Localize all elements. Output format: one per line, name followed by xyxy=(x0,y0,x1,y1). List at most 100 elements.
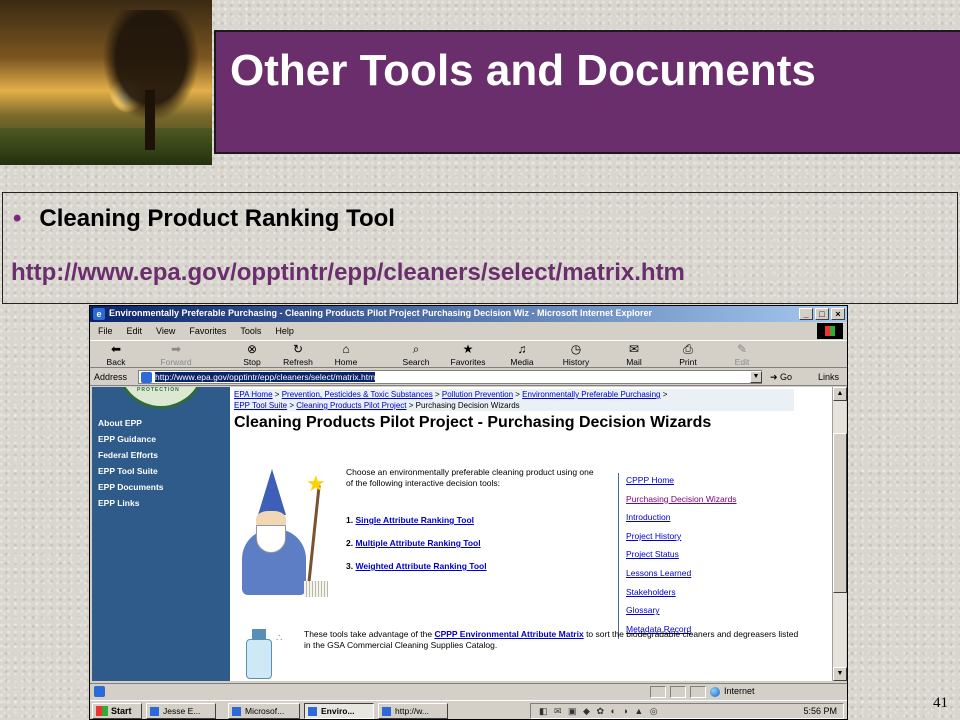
link-introduction[interactable]: Introduction xyxy=(626,512,737,531)
browser-window-title: Environmentally Preferable Purchasing - … xyxy=(109,308,653,318)
tool-item: 2. Multiple Attribute Ranking Tool xyxy=(346,538,481,548)
spray-bottle-illustration: ∴ xyxy=(238,629,294,679)
tool-item: 3. Weighted Attribute Ranking Tool xyxy=(346,561,487,571)
edit-icon: ✎ xyxy=(736,342,748,356)
nav-epp-links[interactable]: EPP Links xyxy=(98,495,164,511)
breadcrumb-pollution-prevention[interactable]: Pollution Prevention xyxy=(442,390,513,399)
address-dropdown-button[interactable]: ▼ xyxy=(750,371,762,383)
address-bar: Address http://www.epa.gov/opptintr/epp/… xyxy=(90,369,847,386)
cppp-matrix-link[interactable]: CPPP Environmental Attribute Matrix xyxy=(434,629,583,639)
browser-screenshot: e Environmentally Preferable Purchasing … xyxy=(89,305,848,720)
go-button[interactable]: ➜ Go xyxy=(770,372,792,383)
search-icon: ⌕ xyxy=(412,342,420,356)
scrollbar-thumb[interactable] xyxy=(833,433,847,593)
breadcrumb-current: Purchasing Decision Wizards xyxy=(415,401,520,410)
windows-logo-icon xyxy=(817,323,843,339)
task-button-active[interactable]: Enviro... xyxy=(304,703,374,719)
link-project-status[interactable]: Project Status xyxy=(626,549,737,568)
address-input[interactable]: http://www.epa.gov/opptintr/epp/cleaners… xyxy=(138,370,762,384)
close-button[interactable]: × xyxy=(831,308,845,320)
nav-epp-tool-suite[interactable]: EPP Tool Suite xyxy=(98,463,164,479)
print-icon: ⎙ xyxy=(683,342,693,356)
clock: 5:56 PM xyxy=(803,706,837,716)
forward-button[interactable]: ➡ Forward xyxy=(154,342,198,367)
side-links: CPPP Home Purchasing Decision Wizards In… xyxy=(626,475,737,642)
page-icon xyxy=(141,372,152,383)
favorites-button[interactable]: ★ Favorites xyxy=(446,342,490,367)
maximize-button[interactable]: □ xyxy=(815,308,829,320)
ie-logo-icon: e xyxy=(93,308,105,320)
history-button[interactable]: ◷ History xyxy=(554,342,598,367)
nav-epp-guidance[interactable]: EPP Guidance xyxy=(98,431,164,447)
tray-icons: ◧ ✉ ▣ ◆ ✿ ◐ ◑ ▲ ◎ xyxy=(539,706,660,716)
link-cppp-home[interactable]: CPPP Home xyxy=(626,475,737,494)
back-arrow-icon: ⬅ xyxy=(110,342,122,356)
home-icon: ⌂ xyxy=(342,342,350,356)
menu-view[interactable]: View xyxy=(156,326,175,336)
breadcrumb-epp[interactable]: Environmentally Preferable Purchasing xyxy=(522,390,660,399)
breadcrumb-epa-home[interactable]: EPA Home xyxy=(234,390,273,399)
status-panel xyxy=(690,686,706,698)
menu-file[interactable]: File xyxy=(98,326,113,336)
nav-about-epp[interactable]: About EPP xyxy=(98,415,164,431)
menu-bar: File Edit View Favorites Tools Help xyxy=(90,323,847,339)
task-button[interactable]: http://w... xyxy=(378,703,448,719)
globe-icon xyxy=(710,686,720,697)
breadcrumb-cpp[interactable]: Cleaning Products Pilot Project xyxy=(296,401,406,410)
bullet-dot: • xyxy=(13,205,22,232)
link-purchasing-decision-wizards[interactable]: Purchasing Decision Wizards xyxy=(626,494,737,513)
media-button[interactable]: ♫ Media xyxy=(500,342,544,367)
link-stakeholders[interactable]: Stakeholders xyxy=(626,587,737,606)
intro-text: Choose an environmentally preferable cle… xyxy=(346,467,594,488)
nav-epp-documents[interactable]: EPP Documents xyxy=(98,479,164,495)
address-value: http://www.epa.gov/opptintr/epp/cleaners… xyxy=(155,372,376,382)
stop-button[interactable]: ⊗ Stop xyxy=(230,342,274,367)
address-label: Address xyxy=(94,372,128,382)
search-button[interactable]: ⌕ Search xyxy=(394,342,438,367)
slide-page-number: 41 xyxy=(933,695,948,711)
history-icon: ◷ xyxy=(570,342,582,356)
scroll-up-button[interactable]: ▲ xyxy=(833,387,847,401)
slide-content-box: • Cleaning Product Ranking Tool http://ww… xyxy=(2,192,958,304)
vertical-scrollbar[interactable]: ▲ ▼ xyxy=(832,387,847,681)
breadcrumb-tool-suite[interactable]: EPP Tool Suite xyxy=(234,401,287,410)
left-nav: PROTECTION About EPP EPP Guidance Federa… xyxy=(92,387,230,681)
status-panel xyxy=(670,686,686,698)
back-button[interactable]: ⬅ Back xyxy=(94,342,138,367)
menu-edit[interactable]: Edit xyxy=(127,326,143,336)
slide-title-bar: Other Tools and Documents xyxy=(214,30,960,154)
forward-arrow-icon: ➡ xyxy=(170,342,182,356)
status-bar: Internet xyxy=(90,683,847,699)
menu-tools[interactable]: Tools xyxy=(240,326,261,336)
single-attribute-link[interactable]: Single Attribute Ranking Tool xyxy=(355,515,474,525)
taskbar: Start Jesse E... Microsof... Enviro... h… xyxy=(90,700,847,719)
links-button[interactable]: Links xyxy=(818,372,839,382)
mail-button[interactable]: ✉ Mail xyxy=(612,342,656,367)
link-lessons-learned[interactable]: Lessons Learned xyxy=(626,568,737,587)
task-button[interactable]: Microsof... xyxy=(228,703,300,719)
tool-url[interactable]: http://www.epa.gov/opptintr/epp/cleaners… xyxy=(11,259,685,287)
print-button[interactable]: ⎙ Print xyxy=(666,342,710,367)
bullet-text: Cleaning Product Ranking Tool xyxy=(39,205,395,232)
weighted-attribute-link[interactable]: Weighted Attribute Ranking Tool xyxy=(355,561,486,571)
edit-button[interactable]: ✎ Edit xyxy=(720,342,764,367)
status-panel xyxy=(650,686,666,698)
mail-icon: ✉ xyxy=(628,342,640,356)
home-button[interactable]: ⌂ Home xyxy=(324,342,368,367)
minimize-button[interactable]: _ xyxy=(799,308,813,320)
nav-federal-efforts[interactable]: Federal Efforts xyxy=(98,447,164,463)
link-project-history[interactable]: Project History xyxy=(626,531,737,550)
task-button[interactable]: Jesse E... xyxy=(146,703,216,719)
menu-help[interactable]: Help xyxy=(275,326,294,336)
start-button[interactable]: Start xyxy=(92,703,142,719)
scroll-down-button[interactable]: ▼ xyxy=(833,667,847,681)
bullet-item: • Cleaning Product Ranking Tool xyxy=(13,205,395,233)
refresh-button[interactable]: ↻ Refresh xyxy=(276,342,320,367)
multiple-attribute-link[interactable]: Multiple Attribute Ranking Tool xyxy=(355,538,480,548)
matrix-description: These tools take advantage of the CPPP E… xyxy=(304,629,799,650)
menu-favorites[interactable]: Favorites xyxy=(189,326,226,336)
link-glossary[interactable]: Glossary xyxy=(626,605,737,624)
browser-toolbar: ⬅ Back ➡ Forward ⊗ Stop ↻ Refresh ⌂ Home ⌕ Sea… xyxy=(90,340,847,368)
breadcrumb: EPA Home > Prevention, Pesticides & Toxi… xyxy=(234,389,794,411)
breadcrumb-prevention[interactable]: Prevention, Pesticides & Toxic Substance… xyxy=(282,390,433,399)
